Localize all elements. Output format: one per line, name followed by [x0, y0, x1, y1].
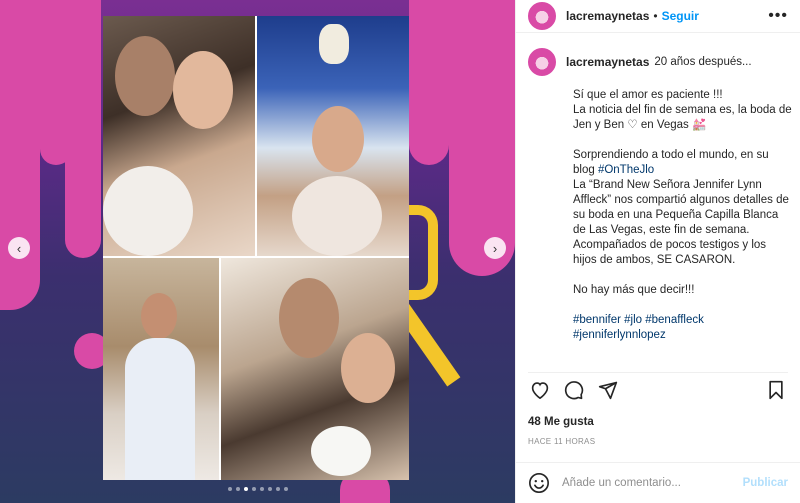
caption-username-link[interactable]: lacremaynetas	[566, 55, 649, 70]
hashtag-link[interactable]: #OnTheJlo	[598, 164, 654, 176]
carousel-next-button[interactable]: ›	[484, 237, 506, 259]
wedding-photo-couple-closeup	[221, 258, 409, 480]
bookmark-icon	[769, 380, 783, 399]
post-details-pane: lacremaynetas • Seguir ••• lacremaynetas…	[515, 0, 800, 503]
chevron-left-icon: ‹	[16, 240, 22, 256]
publish-button[interactable]: Publicar	[743, 477, 788, 489]
decor-drip	[0, 0, 40, 310]
wedding-photo-bride-laughing	[257, 16, 409, 256]
caption-body-part1: Sí que el amor es paciente !!! La notici…	[573, 89, 792, 176]
share-button[interactable]	[596, 378, 620, 402]
like-count[interactable]: 48 Me gusta	[528, 416, 594, 428]
carousel-dot	[244, 487, 248, 491]
decor-drip	[449, 0, 515, 276]
chevron-right-icon: ›	[492, 240, 498, 256]
carousel-indicator	[228, 487, 288, 491]
carousel-dot	[284, 487, 288, 491]
caption-header: lacremaynetas 20 años después...	[528, 48, 792, 76]
caption-title: 20 años después...	[654, 56, 752, 68]
post-media: ‹ ›	[0, 0, 515, 503]
username-link[interactable]: lacremaynetas	[566, 9, 649, 23]
save-button[interactable]	[764, 378, 788, 402]
carousel-dot	[268, 487, 272, 491]
comment-bar: Publicar	[516, 462, 800, 503]
more-options-icon[interactable]: •••	[768, 7, 788, 25]
heart-icon	[531, 381, 549, 399]
decor-yellow-ring	[408, 205, 438, 300]
caption-body-part2: La “Brand New Señora Jennifer Lynn Affle…	[573, 179, 789, 296]
hashtag-links[interactable]: #bennifer #jlo #benaffleck #jenniferlynn…	[573, 314, 704, 341]
carousel-dot	[236, 487, 240, 491]
carousel-dot	[252, 487, 256, 491]
follow-button[interactable]: Seguir	[662, 9, 699, 23]
post-header: lacremaynetas • Seguir •••	[516, 0, 800, 33]
photo-collage	[103, 16, 409, 480]
post-caption: lacremaynetas 20 años después... Sí que …	[528, 48, 792, 364]
carousel-dot	[260, 487, 264, 491]
caption-text: Sí que el amor es paciente !!! La notici…	[573, 88, 792, 343]
decor-drip	[65, 0, 101, 258]
emoji-icon[interactable]	[528, 472, 550, 494]
wedding-photo-couple-selfie	[103, 16, 255, 256]
avatar[interactable]	[528, 2, 556, 30]
comment-icon	[564, 380, 584, 399]
send-icon	[598, 381, 618, 399]
post-actions-bar	[528, 372, 788, 399]
instagram-post-window: ‹ › lacremaynetas • Seguir ••• lacremayn…	[0, 0, 800, 503]
comment-button[interactable]	[562, 378, 586, 402]
like-button[interactable]	[528, 378, 552, 402]
carousel-dot	[276, 487, 280, 491]
avatar[interactable]	[528, 48, 556, 76]
wedding-photo-bride-dress	[103, 258, 219, 480]
carousel-prev-button[interactable]: ‹	[8, 237, 30, 259]
post-timestamp[interactable]: HACE 11 HORAS	[528, 437, 595, 446]
comment-input[interactable]	[562, 477, 743, 489]
decor-drip	[409, 0, 449, 165]
separator-dot: •	[653, 9, 658, 23]
carousel-dot	[228, 487, 232, 491]
